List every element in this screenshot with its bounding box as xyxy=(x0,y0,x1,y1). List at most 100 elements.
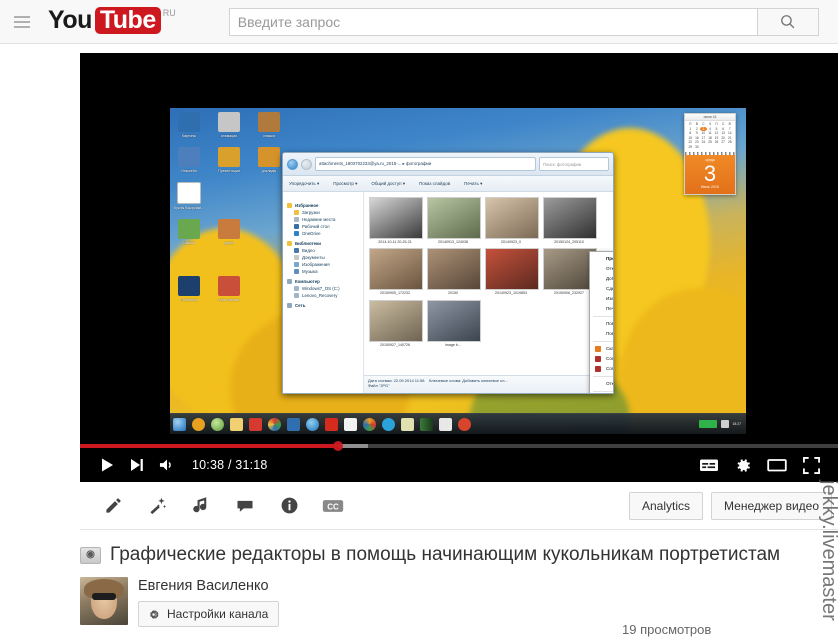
theater-mode-button[interactable] xyxy=(762,450,792,480)
desktop-icon[interactable]: Школа xyxy=(174,219,204,246)
context-menu-item[interactable]: Повернуть против часовой стрелки xyxy=(590,329,613,339)
context-menu-item[interactable]: Печать xyxy=(590,304,613,314)
taskbar-skype-icon[interactable] xyxy=(382,417,395,431)
taskbar-yandex-icon[interactable] xyxy=(325,417,338,431)
hamburger-menu-icon[interactable] xyxy=(12,11,34,33)
file-thumbnail[interactable]: 20140923_0 xyxy=(485,197,539,244)
subtitles-cc-button[interactable]: CC xyxy=(318,491,348,521)
taskbar-app-icon[interactable] xyxy=(420,417,433,431)
sidebar-item[interactable]: Документы xyxy=(294,255,359,260)
desktop-icon[interactable]: Photoshop xyxy=(174,276,204,303)
video-player[interactable]: Картины анимация книжки Инкскейп Презент… xyxy=(80,53,838,482)
sidebar-group[interactable]: Библиотеки xyxy=(287,241,359,246)
enhance-magic-button[interactable] xyxy=(142,491,172,521)
context-menu-item[interactable]: Combine supported files in Nitro Pro... xyxy=(590,364,613,374)
context-menu-item-open-with[interactable]: Открыть с помощью xyxy=(590,379,613,389)
tray-network-icon[interactable] xyxy=(720,420,729,428)
search-input[interactable] xyxy=(228,7,757,36)
file-thumbnail[interactable]: 20150906_232927 xyxy=(543,248,597,295)
file-thumbnail[interactable]: 20150 xyxy=(427,248,481,295)
sidebar-item[interactable]: Рабочий стол xyxy=(294,224,359,229)
taskbar-start-icon[interactable] xyxy=(173,417,186,431)
explorer-search-box[interactable]: Поиск: фотографии xyxy=(539,157,609,171)
explorer-back-icon[interactable] xyxy=(287,158,298,170)
file-thumbnail[interactable]: 20140913_124038 xyxy=(427,197,481,244)
file-thumbnail[interactable]: 20150124_205110 xyxy=(543,197,597,244)
channel-settings-button[interactable]: Настройки канала xyxy=(138,601,280,627)
taskbar-app-icon[interactable] xyxy=(211,417,224,431)
sidebar-group[interactable]: Компьютер xyxy=(287,279,359,284)
annotations-button[interactable] xyxy=(230,491,260,521)
file-thumbnail[interactable]: 20140923_1019853 xyxy=(485,248,539,295)
taskbar-app-icon[interactable] xyxy=(401,417,414,431)
context-menu-item[interactable]: Сделать фоновым изображением рабочего ст… xyxy=(590,284,613,294)
fullscreen-button[interactable] xyxy=(796,450,826,480)
desktop-icon[interactable]: анимация xyxy=(214,112,244,139)
calendar-gadget[interactable]: июня 15 П В С Ч П С В 1 2 3 4 5 6 7 8 9 … xyxy=(684,113,736,195)
channel-name[interactable]: Евгения Василенко xyxy=(138,578,279,594)
taskbar-app-icon[interactable] xyxy=(363,417,376,431)
analytics-button[interactable]: Analytics xyxy=(628,491,704,520)
context-menu-item[interactable]: Изменить xyxy=(590,294,613,304)
desktop-icon[interactable]: Мои Эскизы xyxy=(214,276,244,303)
taskbar-explorer-icon[interactable] xyxy=(230,417,243,431)
taskbar-app-icon[interactable] xyxy=(287,417,300,431)
sidebar-group[interactable]: Избранное xyxy=(287,203,359,208)
audio-button[interactable] xyxy=(186,491,216,521)
video-manager-button[interactable]: Менеджер видео xyxy=(711,491,832,520)
taskbar-app-icon[interactable] xyxy=(344,417,357,431)
taskbar-chrome-icon[interactable] xyxy=(268,417,281,431)
video-canvas[interactable]: Картины анимация книжки Инкскейп Презент… xyxy=(80,53,838,444)
windows-context-menu[interactable]: Просмотр Открыть Добавить в Bib-альбомы.… xyxy=(589,251,613,393)
desktop-icon[interactable]: книжки xyxy=(254,112,284,139)
explorer-toolbar-item[interactable]: Общий доступ ▾ xyxy=(371,181,405,187)
desktop-icon[interactable]: Куклы Выкройки... xyxy=(174,182,204,211)
explorer-toolbar-item[interactable]: Просмотр ▾ xyxy=(333,181,357,187)
play-pause-button[interactable] xyxy=(92,450,122,480)
windows-explorer-window[interactable]: attachments_1903702233@ya.ru_2015-... ▸ … xyxy=(282,152,614,394)
taskbar-app-icon[interactable] xyxy=(192,417,205,431)
sidebar-item[interactable]: Lenovo_Recovery xyxy=(294,293,359,298)
desktop-icon[interactable]: доклады xyxy=(254,147,284,174)
file-thumbnail[interactable]: 20150905_172232 xyxy=(369,248,423,295)
explorer-forward-icon[interactable] xyxy=(301,158,312,170)
context-menu-item[interactable]: Convert to PDF xyxy=(590,354,613,364)
search-button[interactable] xyxy=(756,7,819,36)
avatar[interactable] xyxy=(80,577,128,625)
taskbar-app-icon[interactable] xyxy=(306,417,319,431)
sidebar-item[interactable]: Загрузки xyxy=(294,210,359,215)
subtitles-button[interactable] xyxy=(694,450,724,480)
cards-info-button[interactable] xyxy=(274,491,304,521)
explorer-toolbar-item[interactable]: Показ слайдов xyxy=(419,181,450,186)
context-menu-item[interactable]: Добавить в Bib-альбомы... xyxy=(590,274,613,284)
sidebar-group[interactable]: Сеть xyxy=(287,303,359,308)
sidebar-item[interactable]: Музыка xyxy=(294,269,359,274)
taskbar-app-icon[interactable] xyxy=(458,417,471,431)
sidebar-item[interactable]: Видео xyxy=(294,248,359,253)
file-thumbnail[interactable]: 20150927_140726 xyxy=(369,299,423,347)
next-video-button[interactable] xyxy=(122,450,152,480)
desktop-icon[interactable]: Картины xyxy=(174,112,204,139)
sidebar-item[interactable]: Недавние места xyxy=(294,217,359,222)
context-menu-item[interactable]: Просмотр xyxy=(590,254,613,264)
youtube-logo[interactable]: You Tube RU xyxy=(48,7,176,34)
explorer-toolbar-item[interactable]: Печать ▾ xyxy=(464,181,482,187)
desktop-icon[interactable]: уроки xyxy=(214,219,244,246)
settings-button[interactable] xyxy=(728,450,758,480)
explorer-toolbar-item[interactable]: Упорядочить ▾ xyxy=(289,181,319,187)
context-menu-item[interactable]: Открыть xyxy=(590,264,613,274)
tray-battery-icon[interactable] xyxy=(698,420,717,428)
sidebar-item[interactable]: Windows7_OS (C:) xyxy=(294,286,359,291)
context-menu-item[interactable]: Сканировать 20140923_023855.jpg xyxy=(590,344,613,354)
file-thumbnail[interactable]: image b... xyxy=(427,299,481,347)
desktop-icon[interactable]: Презентации xyxy=(214,147,244,174)
taskbar-app-icon[interactable] xyxy=(439,417,452,431)
taskbar-clock[interactable]: 18:27 xyxy=(733,422,742,426)
explorer-address-bar[interactable]: attachments_1903702233@ya.ru_2015-... ▸ … xyxy=(315,157,536,171)
context-menu-item[interactable]: Повернуть по часовой стрелке xyxy=(590,319,613,329)
sidebar-item[interactable]: OneDrive xyxy=(294,231,359,236)
taskbar-app-icon[interactable] xyxy=(249,417,262,431)
edit-pencil-button[interactable] xyxy=(98,491,128,521)
desktop-icon[interactable]: Инкскейп xyxy=(174,147,204,174)
file-thumbnail[interactable]: 2014-10-11 20-25-21 xyxy=(369,197,423,244)
